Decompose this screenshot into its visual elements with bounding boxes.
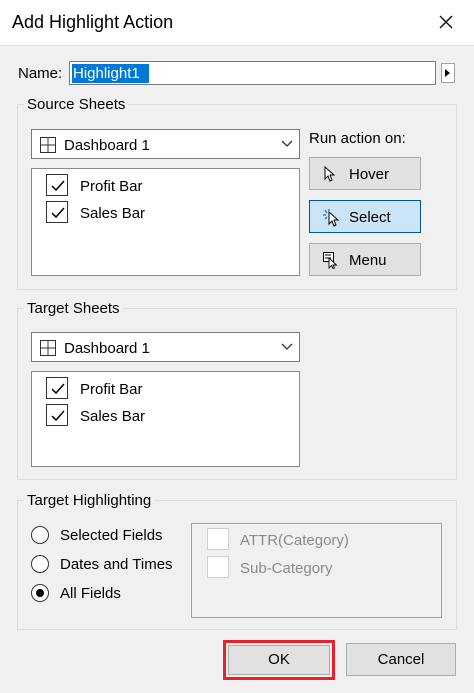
list-item[interactable]: Sales Bar [46,201,186,225]
target-sheets-list: Profit Bar Sales Bar [31,371,300,467]
radio-label: Selected Fields [60,527,163,544]
source-sheets-list: Profit Bar Sales Bar [31,168,300,276]
field-label: Sub-Category [240,560,333,577]
field-label: ATTR(Category) [240,532,349,549]
select-button[interactable]: Select [309,200,421,233]
checkmark-icon [51,180,65,192]
hover-button[interactable]: Hover [309,157,421,190]
radio-dates-and-times[interactable]: Dates and Times [31,554,181,576]
list-item[interactable]: Profit Bar [46,377,186,401]
target-dashboard-select[interactable]: Dashboard 1 [31,332,300,362]
sales-bar-checkbox[interactable] [46,404,68,426]
source-dashboard-value: Dashboard 1 [64,137,150,154]
attr-category-checkbox[interactable] [207,528,229,550]
radio-selected-fields[interactable]: Selected Fields [31,525,181,547]
radio-dot-icon [36,589,44,597]
menu-button[interactable]: Menu [309,243,421,276]
checkmark-icon [51,410,65,422]
target-sheets-label: Target Sheets [24,300,123,317]
run-action-label: Run action on: [309,130,406,147]
chevron-down-icon [281,343,293,350]
hover-label: Hover [349,166,390,183]
radio-label: All Fields [60,585,121,602]
pointer-icon [324,166,335,182]
checkmark-icon [51,383,65,395]
select-pointer-icon [323,209,339,227]
dashboard-grid-icon [40,340,56,356]
target-highlighting-label: Target Highlighting [24,492,155,509]
sub-category-checkbox[interactable] [207,556,229,578]
arrow-right-icon [445,69,450,77]
name-input[interactable] [72,64,434,82]
fields-list: ATTR(Category) Sub-Category [191,523,442,618]
radio-label: Dates and Times [60,556,173,573]
radio-button-selected[interactable] [31,584,49,602]
cancel-button[interactable]: Cancel [346,643,456,676]
menu-icon [323,252,338,269]
title-bar: Add Highlight Action [0,0,474,46]
source-sheets-label: Source Sheets [24,96,129,113]
list-item[interactable]: Profit Bar [46,174,186,198]
close-icon [439,15,453,29]
radio-all-fields[interactable]: All Fields [31,583,181,605]
checkmark-icon [51,207,65,219]
profit-bar-checkbox[interactable] [46,174,68,196]
dashboard-grid-icon [40,137,56,153]
sheet-label: Sales Bar [80,408,146,425]
radio-button[interactable] [31,555,49,573]
name-label: Name: [18,65,63,82]
close-button[interactable] [430,6,462,38]
sales-bar-checkbox[interactable] [46,201,68,223]
sheet-label: Sales Bar [80,205,146,222]
list-item[interactable]: Sales Bar [46,404,186,428]
sheet-label: Profit Bar [80,381,143,398]
sheet-label: Profit Bar [80,178,143,195]
ok-button[interactable]: OK [228,645,330,675]
target-dashboard-value: Dashboard 1 [64,340,150,357]
chevron-down-icon [281,140,293,147]
select-label: Select [349,209,391,226]
name-field[interactable] [69,61,436,85]
radio-button[interactable] [31,526,49,544]
menu-label: Menu [349,252,387,269]
source-dashboard-select[interactable]: Dashboard 1 [31,129,300,159]
dialog-title: Add Highlight Action [12,12,174,32]
profit-bar-checkbox[interactable] [46,377,68,399]
name-insert-button[interactable] [441,63,455,83]
